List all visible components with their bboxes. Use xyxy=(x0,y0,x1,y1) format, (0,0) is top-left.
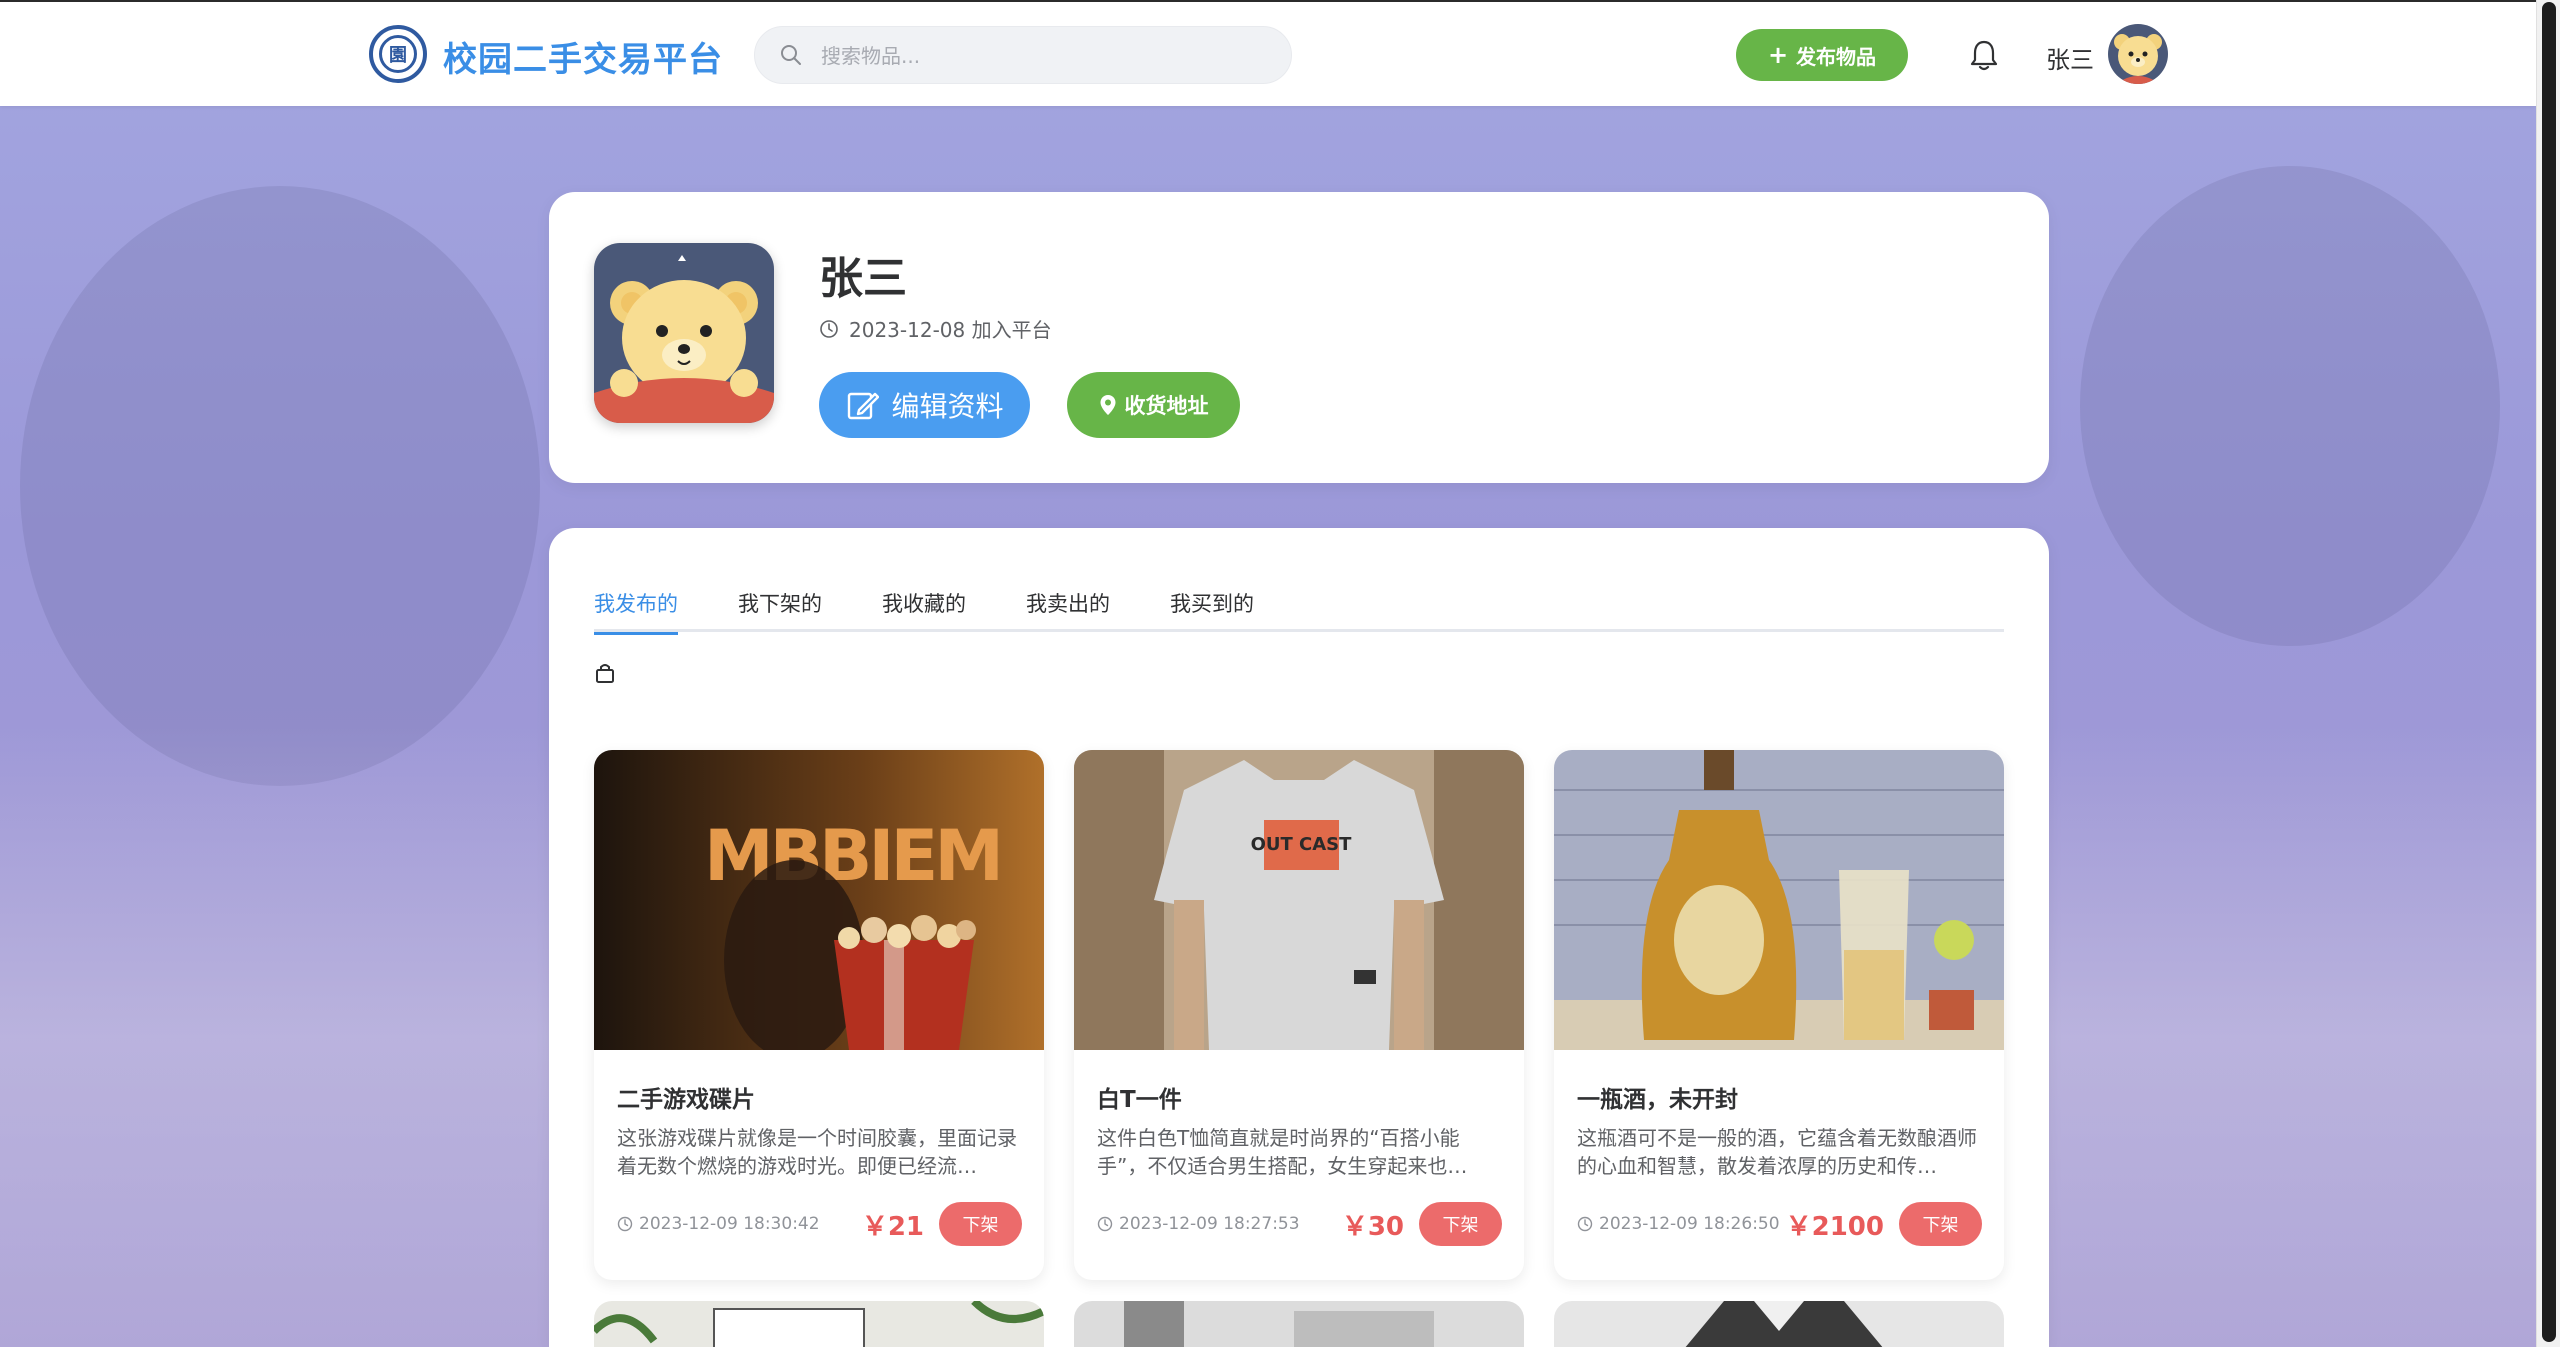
clock-icon xyxy=(617,1216,633,1232)
top-navbar: 園 校园二手交易平台 + 发布物品 张三 xyxy=(0,0,2536,106)
delist-button[interactable]: 下架 xyxy=(1419,1202,1502,1246)
product-photo xyxy=(1074,1301,1524,1347)
edit-profile-label: 编辑资料 xyxy=(891,390,1004,423)
join-date: 2023-12-08 加入平台 xyxy=(819,314,1052,343)
product-card-partial[interactable] xyxy=(1074,1301,1524,1347)
tab-published[interactable]: 我发布的 xyxy=(594,588,678,635)
product-time: 2023-12-09 18:30:42 xyxy=(617,1214,820,1234)
product-card[interactable]: OUT CAST 白T一件 这件白色T恤简直就是时尚界的“百搭小能手”，不仅适合… xyxy=(1074,750,1524,1280)
product-price: ￥30 xyxy=(1341,1212,1404,1242)
edit-icon xyxy=(848,392,880,420)
tab-bought[interactable]: 我买到的 xyxy=(1170,588,1254,632)
clock-icon xyxy=(1097,1216,1113,1232)
site-logo[interactable]: 園 xyxy=(369,25,427,83)
location-pin-icon xyxy=(1100,395,1115,415)
delist-button[interactable]: 下架 xyxy=(1899,1202,1982,1246)
delist-button[interactable]: 下架 xyxy=(939,1202,1022,1246)
product-card[interactable]: 一瓶酒，未开封 这瓶酒可不是一般的酒，它蕴含着无数酿酒师的心血和智慧，散发着浓厚… xyxy=(1554,750,2004,1280)
clock-icon xyxy=(1577,1216,1593,1232)
clock-icon xyxy=(820,319,838,338)
notification-bell-icon[interactable] xyxy=(1968,38,2000,72)
item-tabs: 我发布的 我下架的 我收藏的 我卖出的 我买到的 xyxy=(594,588,2004,635)
product-card[interactable]: MBBIEM 二手游戏碟片 这张游戏碟片就像是一个时间胶囊，里面记录着无数个燃烧… xyxy=(594,750,1044,1280)
shipping-address-button[interactable]: 收货地址 xyxy=(1067,372,1240,438)
bear-avatar-icon xyxy=(594,243,774,423)
photo-shirt-text: OUT CAST xyxy=(1251,834,1353,855)
product-description: 这瓶酒可不是一般的酒，它蕴含着无数酿酒师的心血和智慧，散发着浓厚的历史和传… xyxy=(1577,1126,1977,1178)
site-title[interactable]: 校园二手交易平台 xyxy=(443,32,723,81)
product-photo: OUT CAST xyxy=(1074,750,1524,1050)
profile-avatar[interactable] xyxy=(594,243,774,423)
join-date-text: 2023-12-08 加入平台 xyxy=(849,318,1052,342)
product-price: ￥2100 xyxy=(1785,1212,1884,1242)
search-bar[interactable] xyxy=(754,26,1292,84)
user-avatar[interactable] xyxy=(2108,24,2168,84)
product-title: 白T一件 xyxy=(1097,1087,1182,1113)
product-card-partial[interactable] xyxy=(1554,1301,2004,1347)
my-items-section: 我发布的 我下架的 我收藏的 我卖出的 我买到的 MBBIEM 二手游戏碟片 这… xyxy=(549,528,2049,1347)
product-price: ￥21 xyxy=(861,1212,924,1242)
product-description: 这张游戏碟片就像是一个时间胶囊，里面记录着无数个燃烧的游戏时光。即便已经流… xyxy=(617,1126,1017,1178)
product-photo xyxy=(1554,1301,2004,1347)
product-title: 二手游戏碟片 xyxy=(617,1087,755,1113)
nav-username[interactable]: 张三 xyxy=(2046,40,2094,75)
search-icon xyxy=(781,45,801,65)
search-input[interactable] xyxy=(821,39,1261,73)
product-title: 一瓶酒，未开封 xyxy=(1577,1087,1738,1113)
scrollbar-thumb[interactable] xyxy=(2542,2,2556,1342)
logo-emblem: 園 xyxy=(379,35,417,73)
product-time-text: 2023-12-09 18:26:50 xyxy=(1599,1214,1780,1234)
product-card-partial[interactable] xyxy=(594,1301,1044,1347)
product-photo xyxy=(594,1301,1044,1347)
product-photo xyxy=(1554,750,2004,1050)
publish-item-label: 发布物品 xyxy=(1796,44,1877,69)
profile-name: 张三 xyxy=(819,253,907,304)
tab-favorites[interactable]: 我收藏的 xyxy=(882,588,966,632)
profile-card: 张三 2023-12-08 加入平台 编辑资料 收货地址 xyxy=(549,192,2049,483)
product-description: 这件白色T恤简直就是时尚界的“百搭小能手”，不仅适合男生搭配，女生穿起来也… xyxy=(1097,1126,1468,1178)
shipping-address-label: 收货地址 xyxy=(1124,394,1209,418)
publish-item-button[interactable]: + 发布物品 xyxy=(1736,29,1908,81)
bear-avatar-icon xyxy=(2108,24,2168,84)
plus-icon: + xyxy=(1767,41,1789,69)
edit-profile-button[interactable]: 编辑资料 xyxy=(819,372,1030,438)
background-tree-shape xyxy=(2080,166,2500,646)
shopping-bag-icon xyxy=(596,664,614,683)
tab-delisted[interactable]: 我下架的 xyxy=(738,588,822,632)
product-photo: MBBIEM xyxy=(594,750,1044,1050)
tab-sold[interactable]: 我卖出的 xyxy=(1026,588,1110,632)
product-time: 2023-12-09 18:26:50 xyxy=(1577,1214,1780,1234)
product-time: 2023-12-09 18:27:53 xyxy=(1097,1214,1300,1234)
page-scrollbar[interactable] xyxy=(2536,0,2560,1347)
product-time-text: 2023-12-09 18:30:42 xyxy=(639,1214,820,1234)
product-time-text: 2023-12-09 18:27:53 xyxy=(1119,1214,1300,1234)
background-tree-shape xyxy=(20,186,540,786)
